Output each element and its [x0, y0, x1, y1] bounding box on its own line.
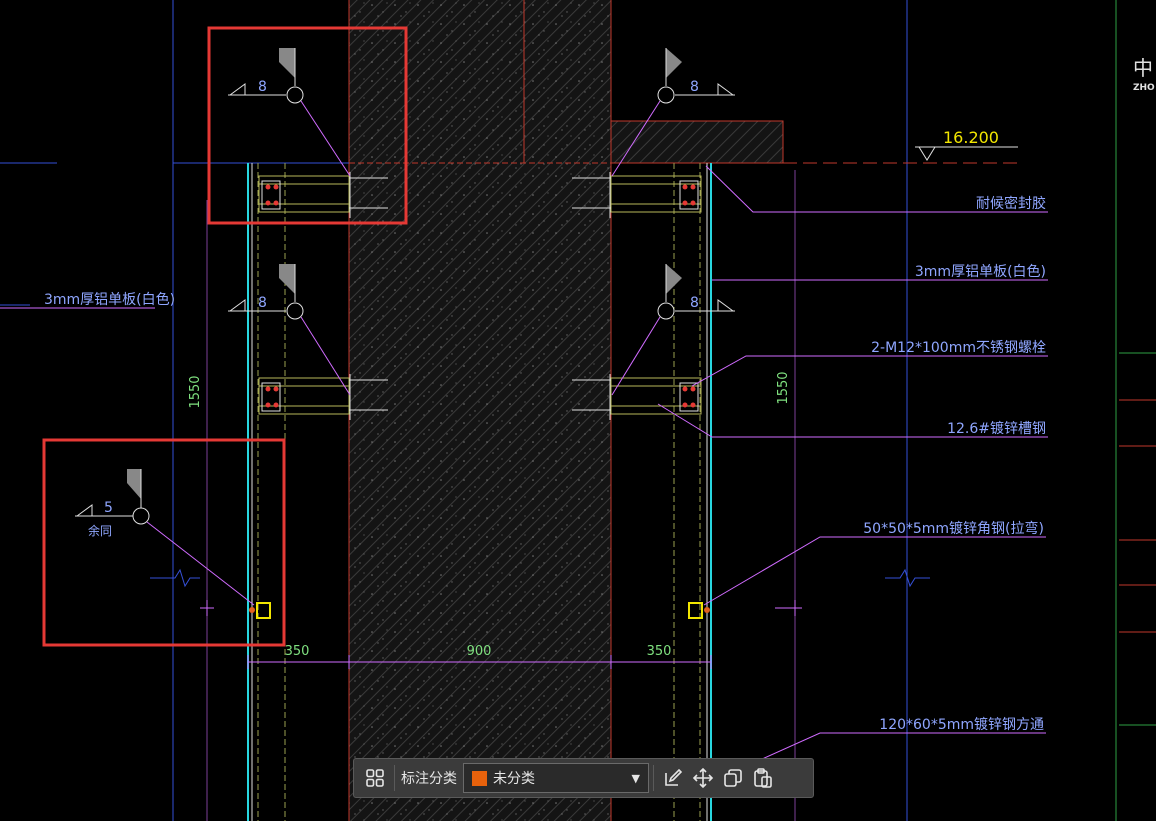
weld-size-label: 8	[258, 295, 267, 311]
weld-size-label: 8	[690, 79, 699, 95]
toolbar-divider	[653, 765, 654, 791]
dimension-text: 350	[647, 644, 672, 659]
chevron-down-icon: ▼	[631, 771, 640, 785]
logo-char: 中	[1133, 56, 1153, 80]
weld-symbol-bottom-left: 5 余同	[75, 469, 255, 606]
grid-icon	[366, 769, 384, 787]
cad-drawing-canvas[interactable]: 8 8 8 8 5 余同 16.200 耐候密封胶 3mm厚铝单板(白色) 3m…	[0, 0, 1156, 821]
weld-note-label: 余同	[88, 523, 112, 538]
annotation-alum-panel-right: 3mm厚铝单板(白色)	[712, 263, 1048, 281]
weld-symbol-mid-left: 8	[228, 264, 351, 396]
annotation-toolbar: 标注分类 未分类 ▼	[353, 758, 814, 798]
dimension-vertical-left: 1550	[188, 375, 214, 616]
category-dropdown[interactable]: 未分类 ▼	[463, 763, 649, 793]
dimension-text: 900	[467, 644, 492, 659]
copy-icon	[724, 769, 742, 787]
annotation-text: 50*50*5mm镀锌角钢(拉弯)	[863, 520, 1044, 537]
annotation-tube: 120*60*5mm镀锌钢方通	[759, 716, 1046, 761]
concrete-column	[348, 0, 612, 821]
annotation-text: 120*60*5mm镀锌钢方通	[879, 716, 1044, 733]
annotation-angle: 50*50*5mm镀锌角钢(拉弯)	[703, 520, 1046, 606]
edit-icon	[665, 768, 683, 786]
move-icon	[692, 767, 714, 789]
category-value: 未分类	[493, 771, 535, 787]
logo-text: ZHO	[1133, 83, 1155, 93]
level-value: 16.200	[943, 128, 999, 147]
dimension-text: 1550	[776, 371, 791, 404]
cladding-left	[206, 163, 286, 821]
annotation-text: 3mm厚铝单板(白色)	[44, 291, 175, 308]
slab-ledge	[610, 120, 784, 164]
dimension-text: 350	[285, 644, 310, 659]
weld-size-label: 5	[104, 500, 113, 516]
category-color-swatch	[472, 770, 487, 786]
move-button[interactable]	[688, 763, 718, 793]
category-label: 标注分类	[401, 771, 457, 787]
paste-icon	[754, 768, 772, 788]
weld-symbol-top-left: 8	[228, 48, 351, 177]
dimension-vertical-right: 1550	[775, 371, 802, 616]
annotation-text: 3mm厚铝单板(白色)	[915, 263, 1046, 280]
level-marker: 16.200	[915, 128, 1018, 161]
annotation-bolts: 2-M12*100mm不锈钢螺栓	[691, 340, 1048, 387]
annotation-text: 耐候密封胶	[976, 195, 1046, 212]
copy-button[interactable]	[718, 763, 748, 793]
annotation-sealant: 耐候密封胶	[705, 165, 1048, 213]
annotation-text: 2-M12*100mm不锈钢螺栓	[871, 340, 1046, 356]
grid-button[interactable]	[360, 763, 390, 793]
annotation-text: 12.6#镀锌槽钢	[947, 420, 1046, 437]
edit-button[interactable]	[658, 763, 688, 793]
toolbar-divider	[394, 765, 395, 791]
dimension-text: 1550	[188, 375, 203, 408]
title-block: 中 ZHO	[1119, 56, 1156, 726]
weld-size-label: 8	[258, 79, 267, 95]
annotation-channel: 12.6#镀锌槽钢	[657, 403, 1048, 438]
cladding-right	[673, 163, 796, 821]
paste-button[interactable]	[748, 763, 778, 793]
weld-size-label: 8	[690, 295, 699, 311]
